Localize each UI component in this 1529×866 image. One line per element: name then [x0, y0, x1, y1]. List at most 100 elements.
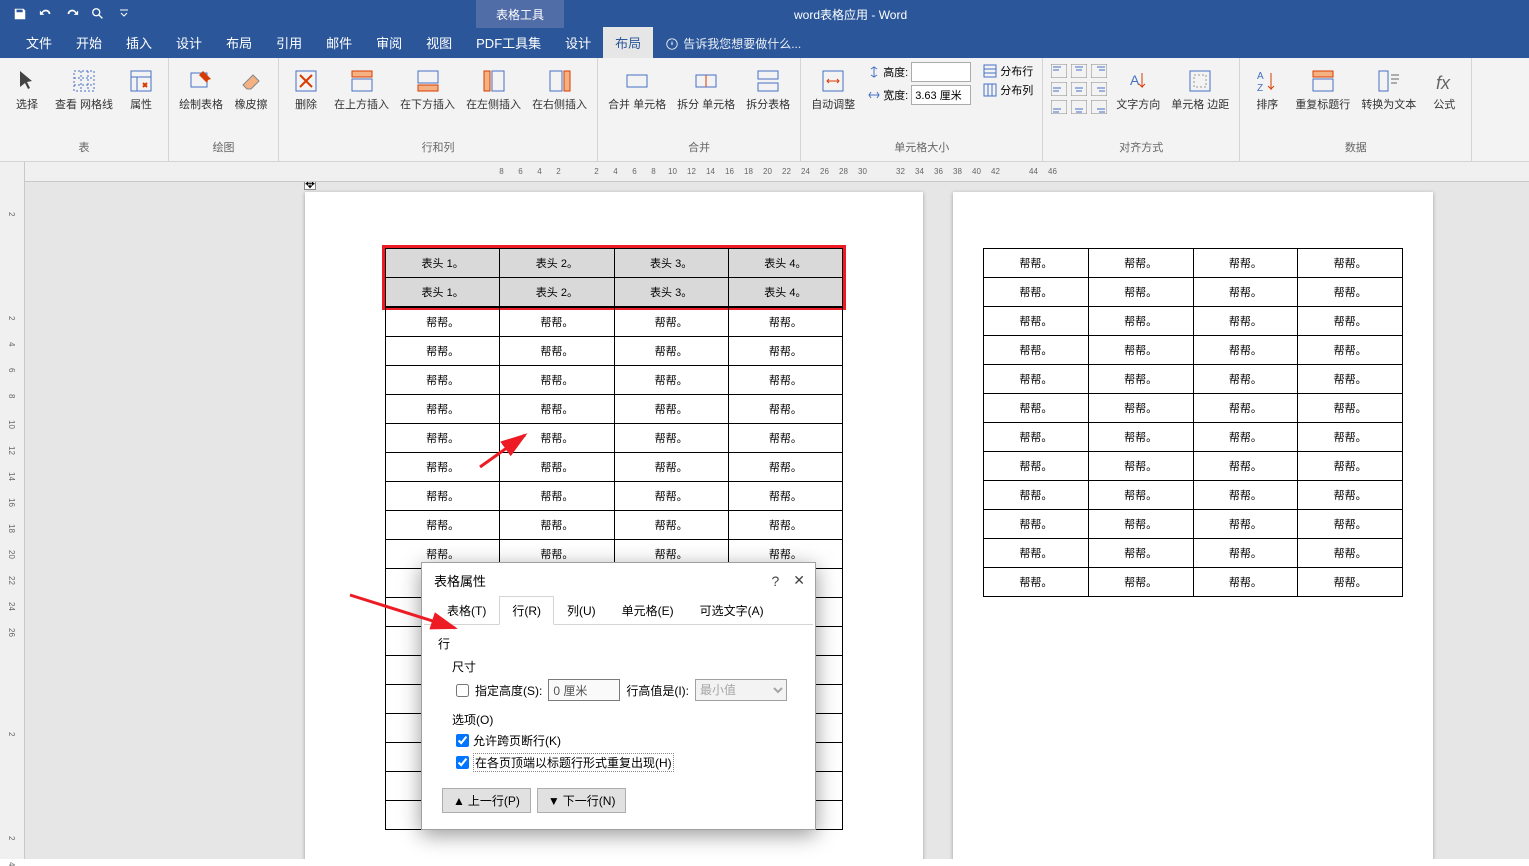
align-bc[interactable]: [1069, 98, 1089, 116]
dialog-tab-alttext[interactable]: 可选文字(A): [687, 596, 777, 625]
allow-break-checkbox[interactable]: [456, 734, 469, 747]
specify-height-label: 指定高度(S):: [475, 682, 542, 699]
convert-text-button[interactable]: 转换为文本: [1357, 62, 1420, 114]
eraser-button[interactable]: 橡皮擦: [230, 62, 272, 114]
view-gridlines-button[interactable]: 查看 网格线: [51, 62, 117, 114]
ribbon-group-align: A文字方向 单元格 边距 对齐方式: [1043, 58, 1240, 161]
ribbon-group-draw: 绘制表格 橡皮擦 绘图: [169, 58, 279, 161]
qat-dropdown[interactable]: [112, 3, 136, 25]
tab-table-design[interactable]: 设计: [553, 27, 603, 58]
ribbon-group-cellsize: 自动调整 高度: 宽度: 分布行 分布列 单元格大小: [801, 58, 1043, 161]
insert-above-button[interactable]: 在上方插入: [330, 62, 393, 114]
tab-file[interactable]: 文件: [14, 27, 64, 58]
tab-review[interactable]: 审阅: [364, 27, 414, 58]
ribbon-group-merge-label: 合并: [688, 139, 710, 157]
dialog-close-button[interactable]: ✕: [793, 572, 805, 589]
tab-home[interactable]: 开始: [64, 27, 114, 58]
merge-cells-button[interactable]: 合并 单元格: [604, 62, 670, 114]
svg-text:Z: Z: [1257, 83, 1263, 93]
draw-table-button[interactable]: 绘制表格: [175, 62, 227, 114]
tab-insert[interactable]: 插入: [114, 27, 164, 58]
ribbon-group-rows-cols: 删除 在上方插入 在下方插入 在左侧插入 在右侧插入 行和列: [279, 58, 598, 161]
width-row: 宽度:: [868, 85, 971, 105]
document-title: word表格应用 - Word: [794, 6, 907, 23]
ribbon-group-merge: 合并 单元格 拆分 单元格 拆分表格 合并: [598, 58, 801, 161]
height-value-input[interactable]: [548, 679, 620, 701]
specify-height-checkbox[interactable]: [456, 684, 469, 697]
save-button[interactable]: [8, 3, 32, 25]
ribbon-group-data-label: 数据: [1345, 139, 1367, 157]
split-cells-button[interactable]: 拆分 单元格: [673, 62, 739, 114]
size-heading: 尺寸: [452, 658, 799, 675]
table-properties-dialog: 表格属性 ? ✕ 表格(T) 行(R) 列(U) 单元格(E) 可选文字(A) …: [421, 562, 816, 830]
page-2: 帮帮。帮帮。帮帮。帮帮。帮帮。帮帮。帮帮。帮帮。帮帮。帮帮。帮帮。帮帮。帮帮。帮…: [953, 192, 1433, 859]
text-direction-button[interactable]: A文字方向: [1112, 62, 1164, 114]
repeat-header-button[interactable]: 重复标题行: [1291, 62, 1354, 114]
dialog-tab-column[interactable]: 列(U): [554, 596, 609, 625]
svg-text:A: A: [1257, 71, 1264, 82]
distribute-cols-button[interactable]: 分布列: [980, 81, 1036, 99]
align-tr[interactable]: [1089, 62, 1109, 80]
formula-button[interactable]: fx公式: [1423, 62, 1465, 114]
align-bl[interactable]: [1049, 98, 1069, 116]
dialog-tab-table[interactable]: 表格(T): [434, 596, 499, 625]
dialog-tab-cell[interactable]: 单元格(E): [609, 596, 687, 625]
autofit-button[interactable]: 自动调整: [807, 62, 859, 114]
ribbon-group-draw-label: 绘图: [213, 139, 235, 157]
tab-pdf[interactable]: PDF工具集: [464, 27, 553, 58]
tab-table-layout[interactable]: 布局: [603, 27, 653, 58]
doc-table-2[interactable]: 帮帮。帮帮。帮帮。帮帮。帮帮。帮帮。帮帮。帮帮。帮帮。帮帮。帮帮。帮帮。帮帮。帮…: [983, 248, 1403, 597]
height-row: 高度:: [868, 62, 971, 82]
align-br[interactable]: [1089, 98, 1109, 116]
ribbon: 选择 查看 网格线 属性 表 绘制表格 橡皮擦 绘图 删除 在上方插入 在下方插…: [0, 58, 1529, 162]
insert-right-button[interactable]: 在右侧插入: [528, 62, 591, 114]
sort-button[interactable]: AZ排序: [1246, 62, 1288, 114]
horizontal-ruler: 8642246810121416182022242628303234363840…: [25, 162, 1529, 182]
split-table-button[interactable]: 拆分表格: [742, 62, 794, 114]
titlebar: 表格工具 word表格应用 - Word: [0, 0, 1529, 28]
doc-table-1[interactable]: 表头 1。表头 2。表头 3。表头 4。表头 1。表头 2。表头 3。表头 4。: [385, 248, 843, 307]
dialog-tabs: 表格(T) 行(R) 列(U) 单元格(E) 可选文字(A): [424, 596, 813, 625]
tell-me-search[interactable]: 告诉我您想要做什么...: [653, 29, 813, 58]
insert-below-button[interactable]: 在下方插入: [396, 62, 459, 114]
ribbon-group-cellsize-label: 单元格大小: [894, 139, 949, 157]
table-move-handle[interactable]: ✥: [304, 182, 316, 190]
ribbon-group-data: AZ排序 重复标题行 转换为文本 fx公式 数据: [1240, 58, 1472, 161]
align-tl[interactable]: [1049, 62, 1069, 80]
quick-access-toolbar: [0, 3, 136, 25]
tab-layout[interactable]: 布局: [214, 27, 264, 58]
print-preview-button[interactable]: [86, 3, 110, 25]
dialog-help-button[interactable]: ?: [771, 573, 779, 589]
ribbon-group-table: 选择 查看 网格线 属性 表: [0, 58, 169, 161]
insert-left-button[interactable]: 在左侧插入: [462, 62, 525, 114]
workspace: L 22468101214161820222426224 86422468101…: [0, 162, 1529, 859]
tab-view[interactable]: 视图: [414, 27, 464, 58]
contextual-tools-label: 表格工具: [476, 0, 564, 28]
select-button[interactable]: 选择: [6, 62, 48, 114]
options-heading: 选项(O): [452, 711, 799, 728]
prev-row-button[interactable]: ▲ 上一行(P): [442, 788, 531, 813]
align-mc[interactable]: [1069, 80, 1089, 98]
undo-button[interactable]: [34, 3, 58, 25]
delete-button[interactable]: 删除: [285, 62, 327, 114]
align-ml[interactable]: [1049, 80, 1069, 98]
height-input[interactable]: [911, 62, 971, 82]
distribute-rows-button[interactable]: 分布行: [980, 62, 1036, 80]
ribbon-group-align-label: 对齐方式: [1119, 139, 1163, 157]
next-row-button[interactable]: ▼ 下一行(N): [537, 788, 627, 813]
tab-design[interactable]: 设计: [164, 27, 214, 58]
tab-mailings[interactable]: 邮件: [314, 27, 364, 58]
redo-button[interactable]: [60, 3, 84, 25]
allow-break-label: 允许跨页断行(K): [473, 732, 561, 749]
dialog-tab-row[interactable]: 行(R): [499, 596, 554, 625]
repeat-header-checkbox[interactable]: [456, 756, 469, 769]
align-tc[interactable]: [1069, 62, 1089, 80]
properties-button[interactable]: 属性: [120, 62, 162, 114]
ribbon-group-table-label: 表: [79, 139, 90, 157]
height-type-select[interactable]: 最小值: [695, 679, 787, 701]
width-input[interactable]: [911, 85, 971, 105]
align-mr[interactable]: [1089, 80, 1109, 98]
svg-text:fx: fx: [1436, 73, 1451, 93]
cell-margins-button[interactable]: 单元格 边距: [1167, 62, 1233, 114]
tab-references[interactable]: 引用: [264, 27, 314, 58]
